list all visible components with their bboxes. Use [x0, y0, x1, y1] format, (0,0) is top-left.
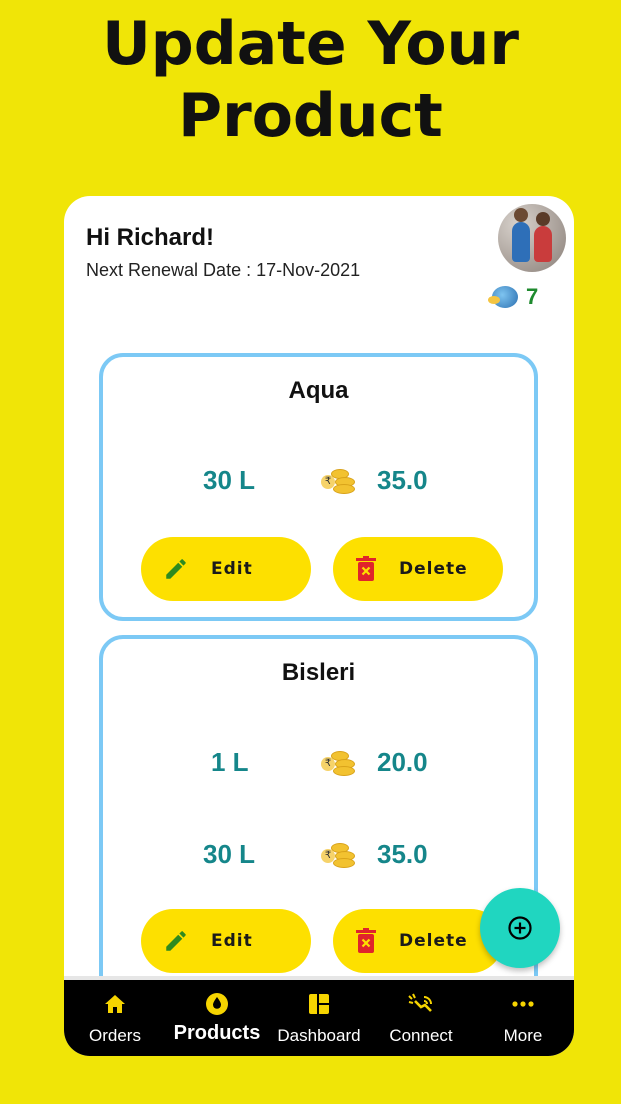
nav-item-products[interactable]: Products: [169, 992, 265, 1045]
trash-icon: [356, 928, 376, 953]
delete-label: Delete: [399, 559, 468, 579]
dashboard-icon: [309, 994, 329, 1014]
promo-title-line2: Product: [178, 81, 443, 151]
pencil-icon: [166, 931, 186, 951]
product-name: Bisleri: [281, 659, 356, 686]
nav-item-dashboard[interactable]: Dashboard: [271, 992, 367, 1046]
add-product-button[interactable]: [480, 888, 560, 968]
add-circle-icon: [508, 916, 532, 940]
avatar[interactable]: [498, 204, 566, 272]
money-coins-icon: ₹: [321, 843, 357, 869]
renewal-date: Next Renewal Date : 17-Nov-2021: [86, 260, 361, 280]
promo-title-line1: Update Your: [102, 9, 519, 79]
price-row: 1 L ₹ 20.0: [103, 747, 534, 787]
price: 20.0: [377, 747, 428, 777]
coins-count: 7: [526, 284, 539, 309]
phone-screen: Hi Richard! Next Renewal Date : 17-Nov-2…: [64, 196, 574, 1056]
delete-button[interactable]: Delete: [333, 537, 503, 601]
more-icon: [512, 1001, 534, 1007]
connect-icon: [408, 993, 432, 1012]
edit-button[interactable]: Edit: [141, 537, 311, 601]
money-coins-icon: ₹: [321, 751, 357, 777]
quantity: 30 L: [203, 465, 256, 495]
trash-icon: [356, 556, 376, 581]
product-card: Aqua 30 L ₹ 35.0 Edit Delete: [99, 353, 538, 621]
price: 35.0: [377, 839, 428, 869]
pencil-icon: [166, 559, 186, 579]
nav-item-orders[interactable]: Orders: [67, 992, 163, 1046]
water-drop-icon: [206, 993, 228, 1015]
money-coins-icon: ₹: [321, 469, 357, 495]
home-icon: [105, 995, 125, 1013]
edit-label: Edit: [211, 559, 253, 579]
nav-label: Dashboard: [277, 1026, 361, 1045]
price: 35.0: [377, 465, 428, 495]
product-card: Bisleri 1 L ₹ 20.0 30 L ₹ 35.0 Edit Dele…: [99, 635, 538, 1035]
nav-item-connect[interactable]: Connect: [373, 992, 469, 1046]
promo-title: Update Your Product: [0, 8, 621, 152]
product-name: Aqua: [288, 377, 349, 404]
nav-item-more[interactable]: More: [475, 992, 571, 1046]
quantity: 1 L: [211, 747, 249, 777]
price-row: 30 L ₹ 35.0: [103, 839, 534, 879]
bottom-nav: Orders Products Dashboard Connect More: [64, 980, 574, 1056]
nav-label: Connect: [389, 1026, 453, 1045]
coins-badge[interactable]: 7: [488, 284, 539, 310]
edit-button[interactable]: Edit: [141, 909, 311, 973]
delete-button[interactable]: Delete: [333, 909, 503, 973]
nav-label: Products: [173, 1022, 261, 1044]
edit-label: Edit: [211, 931, 253, 951]
nav-label: More: [503, 1026, 543, 1045]
nav-label: Orders: [89, 1026, 141, 1045]
quantity: 30 L: [203, 839, 256, 869]
price-row: 30 L ₹ 35.0: [103, 465, 534, 505]
greeting: Hi Richard!: [86, 224, 215, 251]
delete-label: Delete: [399, 931, 468, 951]
coin-badge-icon: [488, 286, 518, 308]
